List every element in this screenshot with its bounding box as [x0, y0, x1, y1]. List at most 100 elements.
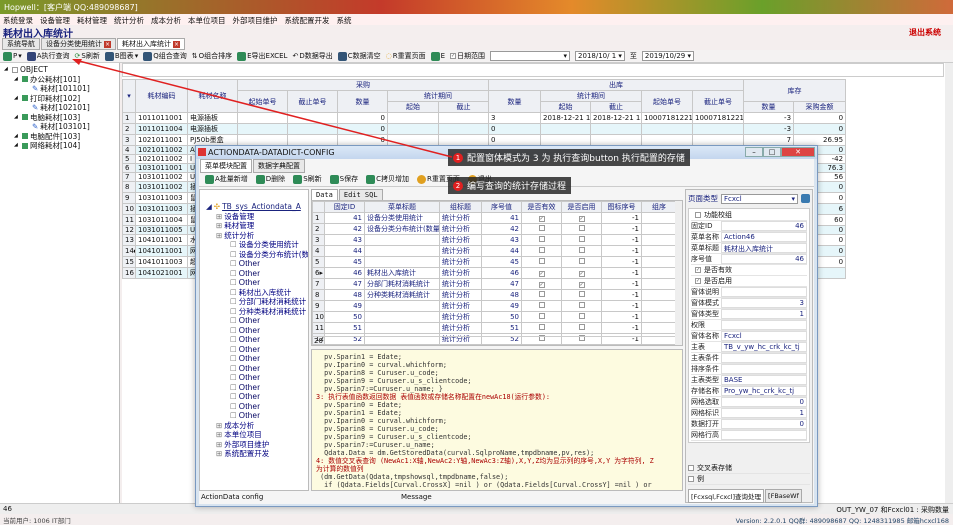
extra-checkbox[interactable]: 交叉表存储	[688, 463, 810, 474]
menu-item[interactable]: 系统	[337, 15, 352, 25]
config-check-cell[interactable]: ✓	[561, 212, 602, 224]
property-field[interactable]	[721, 430, 807, 440]
property-field[interactable]: 1	[721, 309, 807, 319]
config-check-cell[interactable]	[521, 289, 562, 301]
dialog-toolbar-button-2[interactable]: S刷新	[293, 174, 322, 184]
property-field[interactable]: 耗材出入库统计	[721, 243, 807, 253]
menu-tree-node[interactable]: ⊞ 本单位项目	[206, 430, 306, 440]
clear-data-button[interactable]: C数据清空	[337, 51, 381, 61]
extra-checkbox[interactable]: 例	[688, 474, 810, 485]
maximize-button[interactable]: □	[763, 147, 781, 157]
checkbox-icon[interactable]	[578, 302, 585, 308]
property-field[interactable]: TB_v_yw_hc_crk_kc_tj	[721, 342, 807, 352]
menu-tree-node[interactable]: ☐ 设备分类使用统计	[206, 240, 306, 250]
property-field[interactable]: 0	[721, 397, 807, 407]
checkbox-icon[interactable]	[538, 302, 545, 308]
config-col-header[interactable]: 是否有效	[521, 201, 562, 213]
config-row[interactable]: 5 45 统计分析 45 -1	[312, 256, 677, 268]
tree-node[interactable]: ◢ 网络耗材[104]	[4, 141, 115, 151]
property-field[interactable]: 3	[721, 298, 807, 308]
table-row[interactable]: 11011011001电源插板032018-12-21 15:2018-12-2…	[122, 112, 847, 124]
dialog-toolbar-button-0[interactable]: A批量新增	[205, 174, 248, 184]
property-field[interactable]: 1	[721, 408, 807, 418]
export-excel-button[interactable]: E导出EXCEL	[237, 51, 287, 61]
menu-tree-node[interactable]: ☐ Other	[206, 392, 306, 402]
property-field[interactable]	[721, 364, 807, 374]
page-type-select[interactable]: Fcxcl ▾	[721, 193, 798, 204]
menu-item[interactable]: 设备管理	[40, 15, 70, 25]
property-field[interactable]: BASE	[721, 375, 807, 385]
config-check-cell[interactable]	[561, 256, 602, 268]
col-header[interactable]: 数量	[337, 90, 388, 113]
date-range-select[interactable]: ▾	[490, 51, 571, 61]
col-header[interactable]: 截止单号	[692, 90, 745, 113]
col-header[interactable]: 采购金额	[793, 101, 847, 113]
menu-tree-node[interactable]: ☐ 分种类耗材消耗统计	[206, 307, 306, 317]
property-checkbox[interactable]: 功能校组	[691, 210, 807, 221]
menu-item[interactable]: 系统登录	[3, 15, 33, 25]
config-check-cell[interactable]	[561, 234, 602, 246]
property-field[interactable]	[721, 287, 807, 297]
property-field[interactable]	[721, 320, 807, 330]
menu-item[interactable]: 统计分析	[114, 15, 144, 25]
menu-tree-node[interactable]: ☐ Other	[206, 316, 306, 326]
checkbox-icon[interactable]: ✓	[538, 282, 545, 288]
col-header[interactable]: 数量	[743, 101, 795, 113]
col-header-code[interactable]: 耗材编码	[135, 79, 188, 113]
config-col-header[interactable]: 组标题	[439, 201, 482, 213]
checkbox-icon[interactable]	[538, 291, 545, 297]
menu-tree-node[interactable]: ☐ Other	[206, 373, 306, 383]
config-check-cell[interactable]: ✓	[561, 267, 602, 279]
tree-node[interactable]: ✎ 耗材[103101]	[4, 122, 115, 132]
minimize-button[interactable]: –	[745, 147, 763, 157]
property-field[interactable]: 46	[721, 221, 807, 231]
data-export-button[interactable]: ↶ D数据导出	[292, 51, 332, 61]
menu-tree-node[interactable]: ☐ 分部门耗材消耗统计	[206, 297, 306, 307]
menu-tree-node[interactable]: ⊞ 成本分析	[206, 421, 306, 431]
menu-item[interactable]: 外部项目维护	[233, 15, 278, 25]
checkbox-icon[interactable]	[578, 247, 585, 253]
checkbox-icon[interactable]: ✓	[578, 282, 585, 288]
menu-tree-node[interactable]: ☐ Other	[206, 326, 306, 336]
tree-root[interactable]: ◢ ✣ TB_sys_Actiondata_A	[206, 202, 306, 212]
config-row[interactable]: 2 42 设备分类分布统计(数量) 统计分析 42 -1	[312, 223, 677, 235]
grid-scrollbar[interactable]	[945, 63, 953, 503]
tree-node[interactable]: ◢ 打印耗材[102]	[4, 94, 115, 104]
col-header[interactable]: 截止单号	[287, 90, 338, 113]
page-type-icon[interactable]	[801, 194, 810, 203]
config-row[interactable]: 8 48 分种类耗材消耗统计 统计分析 48 -1	[312, 289, 677, 301]
close-tab-icon[interactable]: ×	[173, 40, 180, 48]
date-range-checkbox[interactable]: ✓ 日期范围	[450, 51, 485, 61]
config-check-cell[interactable]	[561, 245, 602, 257]
config-check-cell[interactable]: ✓	[521, 278, 562, 290]
config-check-cell[interactable]: ✓	[561, 278, 602, 290]
menu-tree-node[interactable]: ⊞ 统计分析	[206, 231, 306, 241]
config-check-cell[interactable]	[521, 256, 562, 268]
config-row[interactable]: 4 44 统计分析 44 -1	[312, 245, 677, 257]
menu-tree-node[interactable]: ☐ Other	[206, 402, 306, 412]
col-header[interactable]: 起始	[540, 101, 592, 113]
config-row[interactable]: 1 41 设备分类使用统计 统计分析 41 ✓ ✓ -1	[312, 212, 677, 224]
property-checkbox[interactable]: ✓ 是否有效	[691, 265, 807, 276]
property-tab-0[interactable]: [Fcxsql,Fcxcl]查询处理	[688, 489, 765, 503]
col-header[interactable]: 截止	[437, 101, 490, 113]
col-header[interactable]: 起始单号	[641, 90, 694, 113]
tree-node[interactable]: ✎ 耗材[102101]	[4, 103, 115, 113]
menu-tree-node[interactable]: ☐ Other	[206, 364, 306, 374]
checkbox-icon[interactable]	[578, 313, 585, 319]
config-row[interactable]: 10 50 统计分析 50 -1	[312, 311, 677, 323]
tree-node[interactable]: ◢ OBJECT	[4, 65, 115, 75]
tree-node[interactable]: ✎ 耗材[101101]	[4, 84, 115, 94]
dialog-tab-0[interactable]: 菜单模块配置	[200, 159, 252, 173]
tab-1[interactable]: 设备分类使用统计 ×	[41, 38, 116, 50]
tab-0[interactable]: 系统导航	[2, 38, 40, 50]
property-field[interactable]: 0	[721, 419, 807, 429]
e-button[interactable]: E	[430, 51, 445, 61]
menu-tree-node[interactable]: ☐ Other	[206, 345, 306, 355]
col-header-name[interactable]: 耗材名称	[187, 79, 238, 113]
menu-tree-node[interactable]: ⊞ 耗材管理	[206, 221, 306, 231]
checkbox-icon[interactable]	[578, 258, 585, 264]
execute-query-button[interactable]: A执行查询	[26, 51, 70, 61]
property-field[interactable]: 46	[721, 254, 807, 264]
sql-code-editor[interactable]: pv.Sparin1 = Edate; pv.Iparin0 = curval.…	[311, 349, 683, 491]
